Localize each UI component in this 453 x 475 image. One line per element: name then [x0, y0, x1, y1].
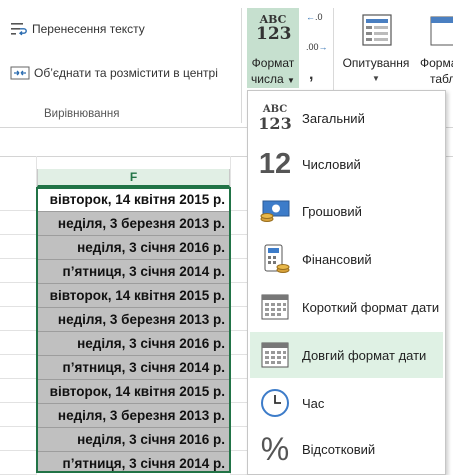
wrap-text-label: Перенесення тексту [32, 22, 145, 36]
alignment-group-label: Вирівнювання [44, 108, 120, 120]
number-format-icon: ABC 123 [256, 13, 292, 44]
ribbon-separator-2 [333, 8, 334, 90]
cell[interactable]: неділя, 3 січня 2016 р. [37, 428, 230, 452]
currency-format-icon [250, 188, 300, 234]
number-format-icon: 12 [258, 147, 292, 180]
format-as-table-button[interactable]: Форма табл [418, 8, 453, 90]
arrow-left-icon: ← [306, 12, 315, 22]
number-format-dropdown: ABC 123 Загальний 12 Числовий Грошовий Ф… [247, 90, 446, 475]
number-format-label-1: Формат [251, 56, 295, 70]
menu-item-number[interactable]: 12 Числовий [250, 141, 443, 187]
cell[interactable]: неділя, 3 січня 2016 р. [37, 332, 230, 356]
decrease-decimal-button[interactable]: ←.0 [306, 12, 323, 22]
cell[interactable]: п’ятниця, 3 січня 2014 р. [37, 260, 230, 284]
chevron-down-icon: ▼ [372, 74, 380, 83]
cell[interactable]: неділя, 3 березня 2013 р. [37, 404, 230, 428]
menu-item-time[interactable]: Час [250, 380, 443, 426]
row-gridlines [0, 187, 36, 475]
survey-button[interactable]: Опитування ▼ [335, 8, 417, 90]
survey-label: Опитування [342, 56, 410, 70]
clock-icon [250, 380, 300, 426]
cell[interactable]: неділя, 3 березня 2013 р. [37, 308, 230, 332]
menu-item-short-date[interactable]: Короткий формат дати [250, 284, 443, 330]
short-date-icon [250, 284, 300, 330]
merge-center-label: Об’єднати та розмістити в центрі [34, 66, 218, 80]
accounting-format-icon [250, 236, 300, 282]
cell[interactable]: неділя, 3 січня 2016 р. [37, 236, 230, 260]
number-format-label-2: числа ▼ [251, 72, 295, 86]
ribbon-separator [241, 8, 242, 123]
cell[interactable]: вівторок, 14 квітня 2015 р. [37, 284, 230, 308]
row-gridlines [231, 187, 247, 475]
general-format-icon: ABC 123 [258, 103, 292, 133]
cell[interactable]: вівторок, 14 квітня 2015 р. [37, 188, 230, 212]
menu-item-currency[interactable]: Грошовий [250, 188, 443, 234]
increase-decimal-button[interactable]: .00→ [306, 42, 328, 52]
merge-center-icon [10, 66, 30, 80]
number-format-button[interactable]: ABC 123 Формат числа ▼ [247, 8, 299, 88]
cell[interactable]: неділя, 3 березня 2013 р. [37, 212, 230, 236]
merge-center-button[interactable]: Об’єднати та розмістити в центрі [10, 65, 218, 81]
long-date-icon [250, 332, 300, 378]
percent-icon: % [260, 430, 290, 467]
menu-item-general[interactable]: ABC 123 Загальний [250, 95, 443, 141]
menu-item-long-date[interactable]: Довгий формат дати [250, 332, 443, 378]
chevron-down-icon: ▼ [287, 76, 295, 85]
cell[interactable]: п’ятниця, 3 січня 2014 р. [37, 356, 230, 380]
wrap-text-button[interactable]: Перенесення тексту [10, 21, 145, 37]
cell[interactable]: вівторок, 14 квітня 2015 р. [37, 380, 230, 404]
menu-item-accounting[interactable]: Фінансовий [250, 236, 443, 282]
survey-icon [362, 14, 392, 46]
comma-style-button[interactable]: , [309, 66, 313, 84]
menu-item-percent[interactable]: % Відсотковий [250, 426, 443, 472]
column-header-f[interactable]: F [37, 169, 230, 187]
table-format-icon [430, 16, 453, 46]
cell[interactable]: п’ятниця, 3 січня 2014 р. [37, 452, 230, 473]
wrap-text-icon [11, 23, 27, 36]
arrow-right-icon: → [318, 42, 328, 52]
